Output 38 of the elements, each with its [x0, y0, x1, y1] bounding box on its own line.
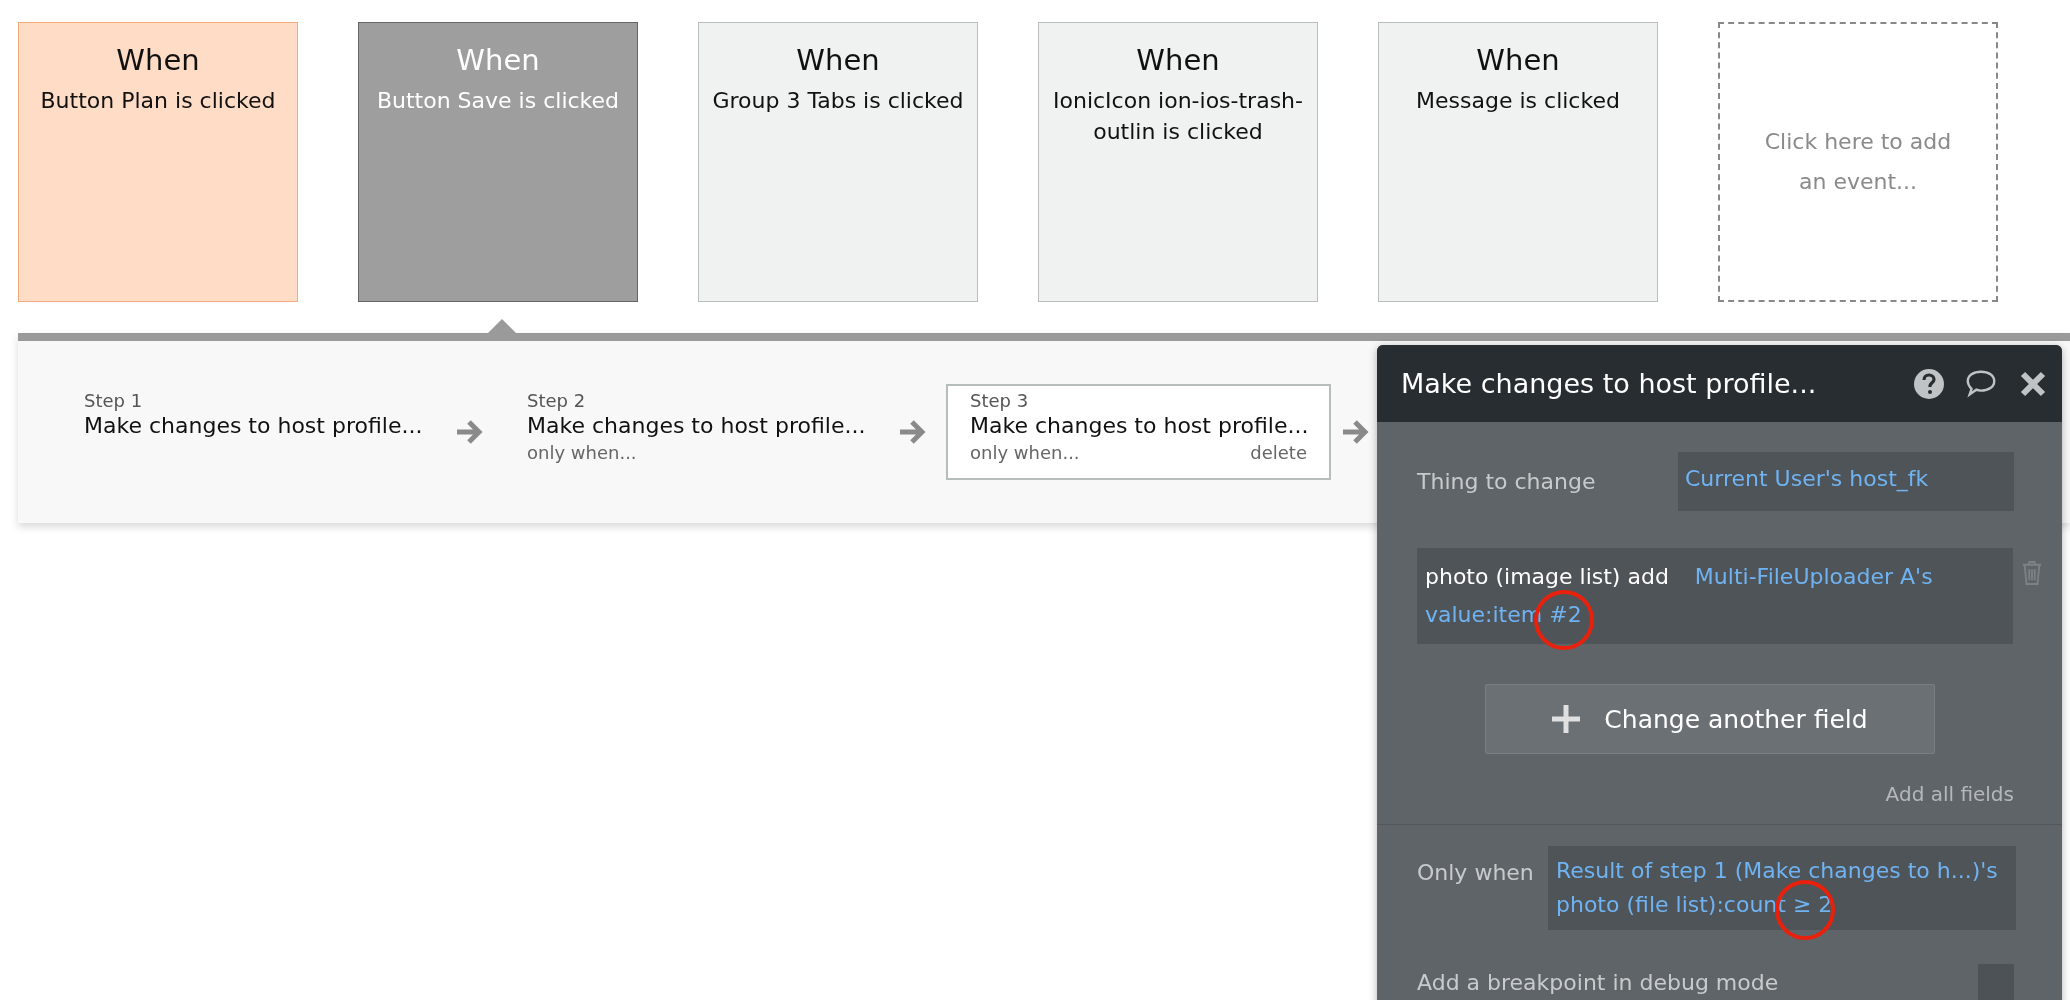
event-card[interactable]: When Message is clicked	[1378, 22, 1658, 302]
event-title: When	[1476, 43, 1560, 77]
event-trigger: Message is clicked	[1416, 87, 1620, 115]
arrow-right-icon	[1341, 418, 1371, 446]
step-number: Step 3	[970, 390, 1030, 411]
step-action: Make changes to host profile...	[84, 413, 421, 438]
delete-link[interactable]: delete	[1250, 442, 1307, 463]
event-title: When	[796, 43, 880, 77]
event-trigger: Group 3 Tabs is clicked	[712, 87, 964, 115]
plus-icon	[1552, 705, 1581, 733]
step-action: Make changes to host profile...	[527, 413, 864, 438]
only-when-label: Only when	[1417, 859, 1535, 885]
add-event-button[interactable]: Click here to add an event...	[1718, 22, 1998, 302]
event-title: When	[116, 43, 200, 77]
arrow-right-icon	[455, 418, 485, 446]
arrow-right-icon	[898, 418, 928, 446]
event-title: When	[456, 43, 540, 77]
event-card[interactable]: When Group 3 Tabs is clicked	[698, 22, 978, 302]
workflow-step[interactable]: Step 3 Make changes to host profile... only when... delete	[946, 384, 1331, 480]
event-card[interactable]: When Button Plan is clicked	[18, 22, 298, 302]
event-title: When	[1136, 43, 1220, 77]
change-another-field-button[interactable]: Change another field	[1485, 684, 1935, 754]
step-number: Step 2	[527, 390, 587, 411]
thing-label: Thing to change	[1417, 469, 1597, 494]
step-number: Step 1	[84, 390, 144, 411]
event-trigger: Button Plan is clicked	[40, 87, 276, 115]
step-action: Make changes to host profile...	[970, 413, 1307, 438]
step-condition[interactable]: only when...	[527, 442, 637, 463]
workflow-step[interactable]: Step 1 Make changes to host profile...	[60, 384, 445, 480]
workflow-step[interactable]: Step 2 Make changes to host profile... only when...	[503, 384, 888, 480]
breakpoint-label: Add a breakpoint in debug mode	[1417, 969, 1779, 995]
panel-title: Make changes to host profile...	[1401, 368, 1818, 399]
step-condition[interactable]: only when...	[970, 442, 1080, 463]
thing-field[interactable]: Current User's host_fk	[1678, 452, 2014, 511]
event-trigger: Button Save is clicked	[376, 87, 620, 115]
help-icon[interactable]	[1912, 366, 1946, 401]
event-card[interactable]: When IonicIcon ion-ios-trash-outlin is clicked	[1038, 22, 1318, 302]
event-trigger: IonicIcon ion-ios-trash-outlin is clicked	[1052, 87, 1304, 146]
